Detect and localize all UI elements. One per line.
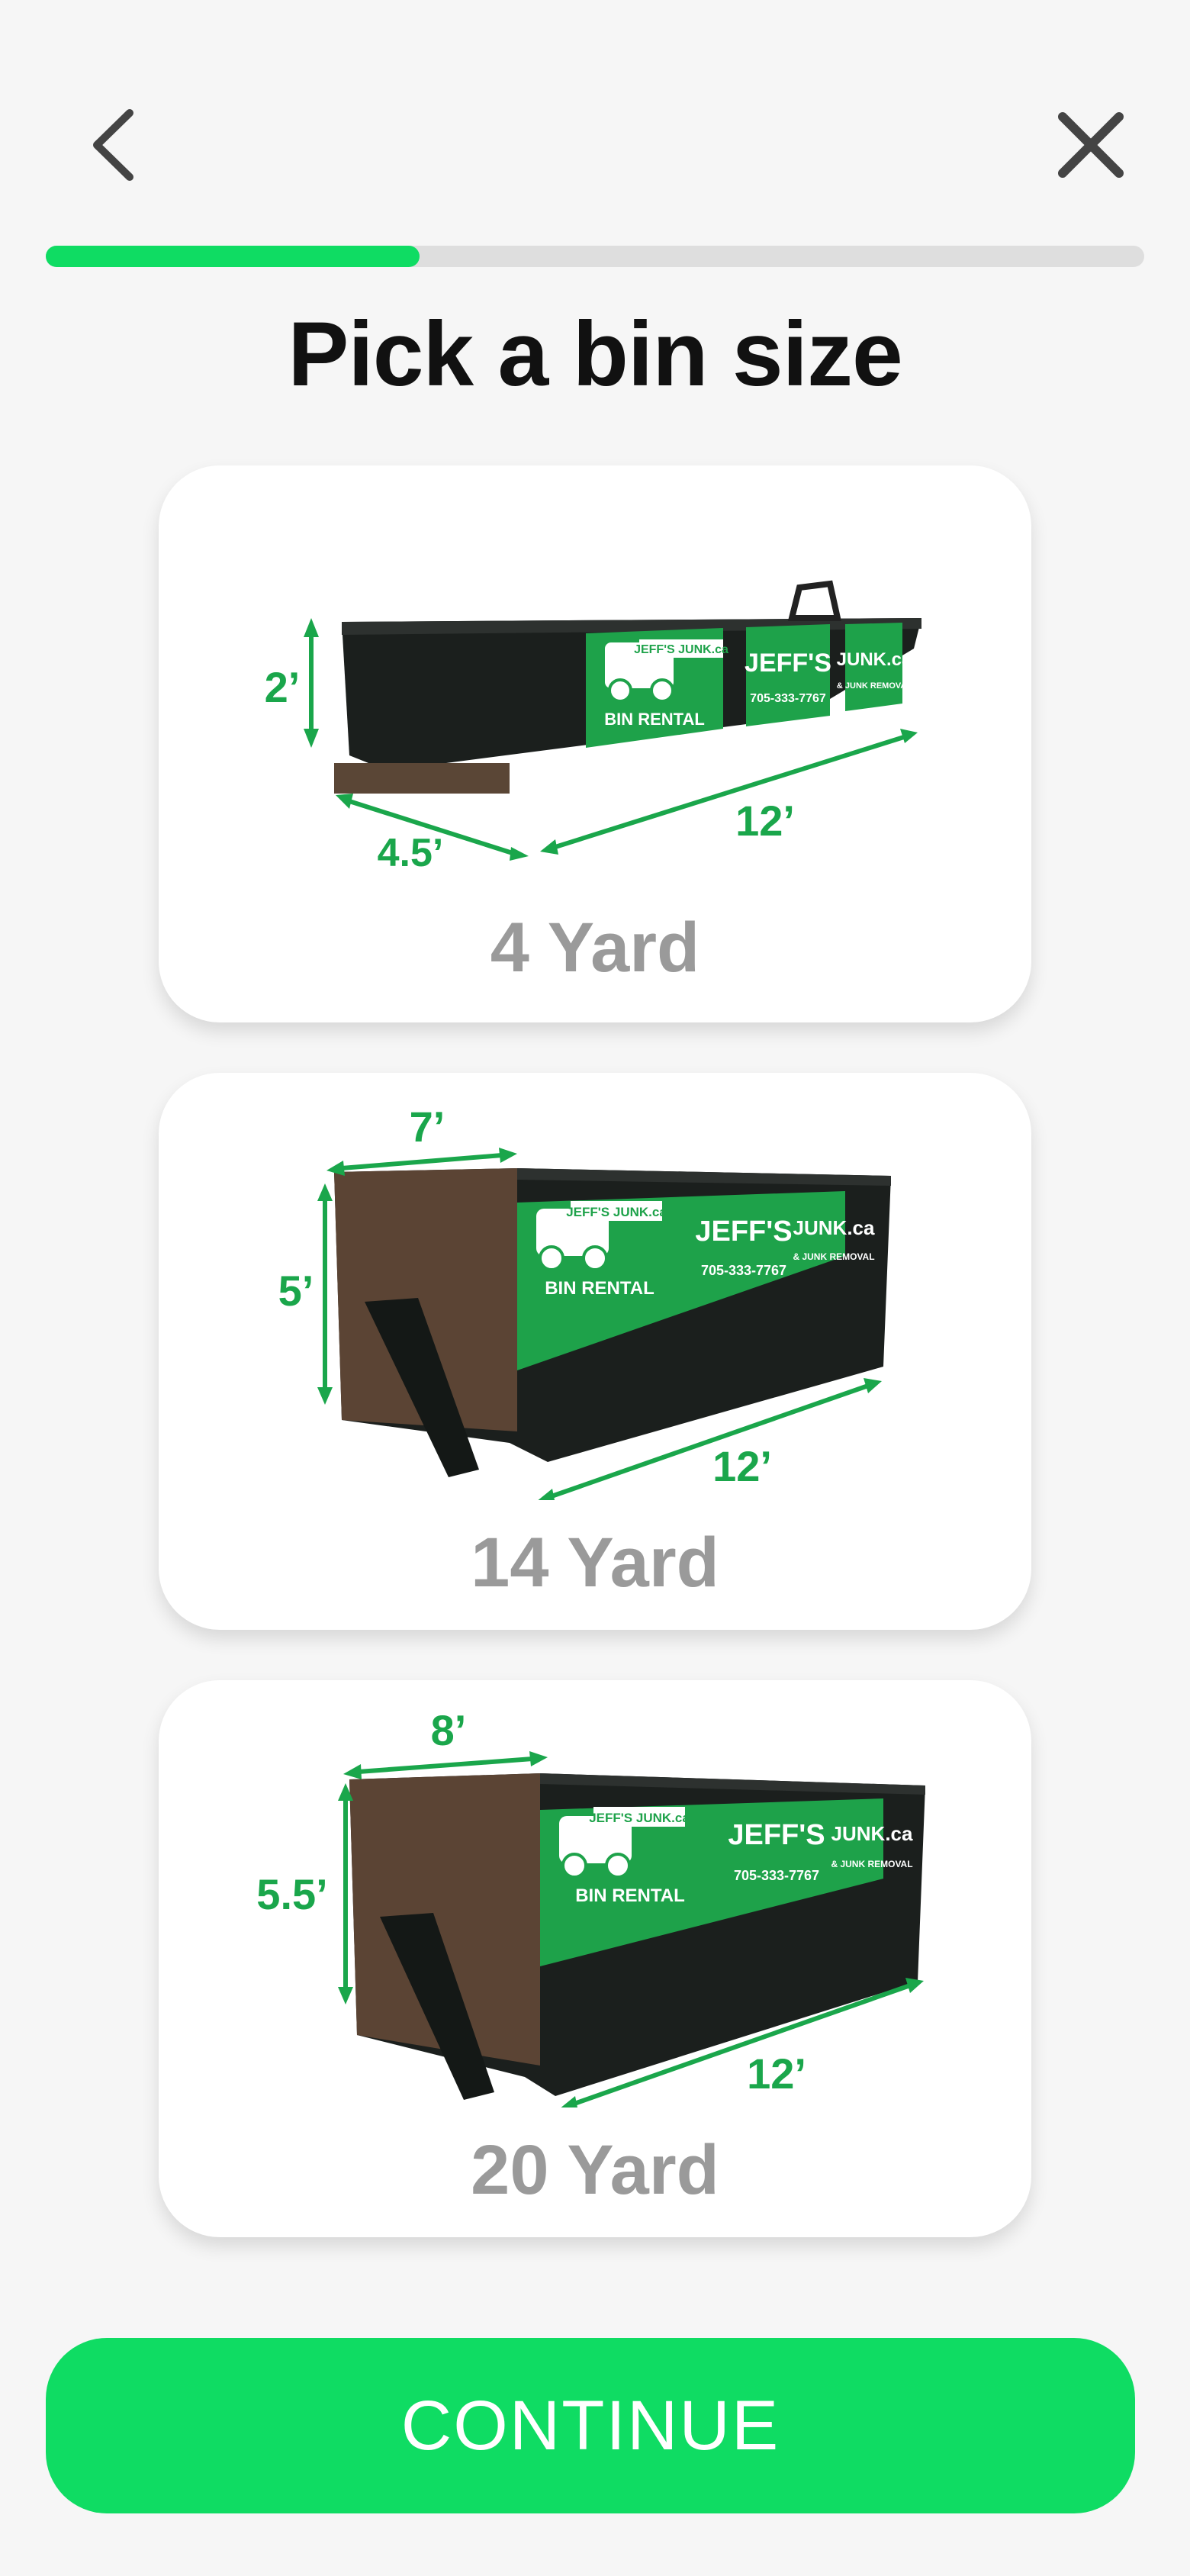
bin-size-label: 20 Yard <box>471 2131 719 2209</box>
back-button[interactable] <box>61 92 168 198</box>
bin-subbrand-text: JUNK.ca <box>831 1822 913 1845</box>
progress-fill <box>46 246 420 267</box>
dimension-width-label: 4.5’ <box>378 831 444 875</box>
bin-brand-text: JEFF'S <box>745 649 831 678</box>
bin-size-label: 4 Yard <box>490 909 700 987</box>
top-bar <box>0 0 1190 267</box>
bin-image-4-yard: JEFF'S JUNK.ca BIN RENTAL JEFF'S 705-333… <box>265 580 921 875</box>
bin-service-text: & JUNK REMOVAL <box>831 1859 912 1869</box>
bin-brand-text: JEFF'S <box>728 1819 825 1851</box>
bin-logo-text: JEFF'S JUNK.ca <box>634 643 728 656</box>
bin-option-20-yard[interactable]: JEFF'S JUNK.ca BIN RENTAL JEFF'S 705-333… <box>159 1680 1031 2237</box>
bin-image-20-yard: JEFF'S JUNK.ca BIN RENTAL JEFF'S 705-333… <box>256 1706 925 2107</box>
bin-option-4-yard[interactable]: JEFF'S JUNK.ca BIN RENTAL JEFF'S 705-333… <box>159 465 1031 1022</box>
bin-option-14-yard[interactable]: JEFF'S JUNK.ca BIN RENTAL JEFF'S 705-333… <box>159 1073 1031 1630</box>
bin-subbrand-text: JUNK.ca <box>793 1216 875 1239</box>
bin-phone-text: 705-333-7767 <box>750 692 826 705</box>
bin-service-text: & JUNK REMOVAL <box>793 1251 874 1262</box>
bin-size-screen: Pick a bin size JEFF'S JUNK.ca BIN RENTA… <box>0 0 1190 2576</box>
dimension-width-label: 8’ <box>431 1706 467 1754</box>
dimension-length-label: 12’ <box>747 2050 806 2098</box>
bin-tag-text: BIN RENTAL <box>575 1885 685 1906</box>
dimension-length-label: 12’ <box>735 797 795 845</box>
dimension-length-label: 12’ <box>712 1442 772 1490</box>
bin-phone-text: 705-333-7767 <box>734 1868 819 1883</box>
continue-button[interactable]: CONTINUE <box>46 2338 1135 2513</box>
bin-tag-text: BIN RENTAL <box>604 710 705 729</box>
dimension-height-label: 5’ <box>278 1267 314 1315</box>
page-title: Pick a bin size <box>288 303 902 405</box>
progress-bar <box>46 246 1144 267</box>
chevron-left-icon <box>93 109 133 181</box>
bin-service-text: & JUNK REMOVAL <box>837 681 912 691</box>
close-button[interactable] <box>1037 92 1144 198</box>
dimension-height-label: 5.5’ <box>256 1870 327 1918</box>
bin-logo-text: JEFF'S JUNK.ca <box>589 1811 690 1825</box>
dimension-height-label: 2’ <box>265 663 301 711</box>
bin-logo-text: JEFF'S JUNK.ca <box>566 1205 667 1219</box>
bin-tag-text: BIN RENTAL <box>545 1278 654 1299</box>
close-icon <box>1058 112 1124 178</box>
bin-image-14-yard: JEFF'S JUNK.ca BIN RENTAL JEFF'S 705-333… <box>278 1103 891 1500</box>
dimension-width-label: 7’ <box>410 1103 445 1151</box>
bin-phone-text: 705-333-7767 <box>701 1263 786 1278</box>
bin-subbrand-text: JUNK.ca <box>837 649 912 670</box>
bin-brand-text: JEFF'S <box>695 1216 792 1248</box>
bin-size-label: 14 Yard <box>471 1524 719 1602</box>
